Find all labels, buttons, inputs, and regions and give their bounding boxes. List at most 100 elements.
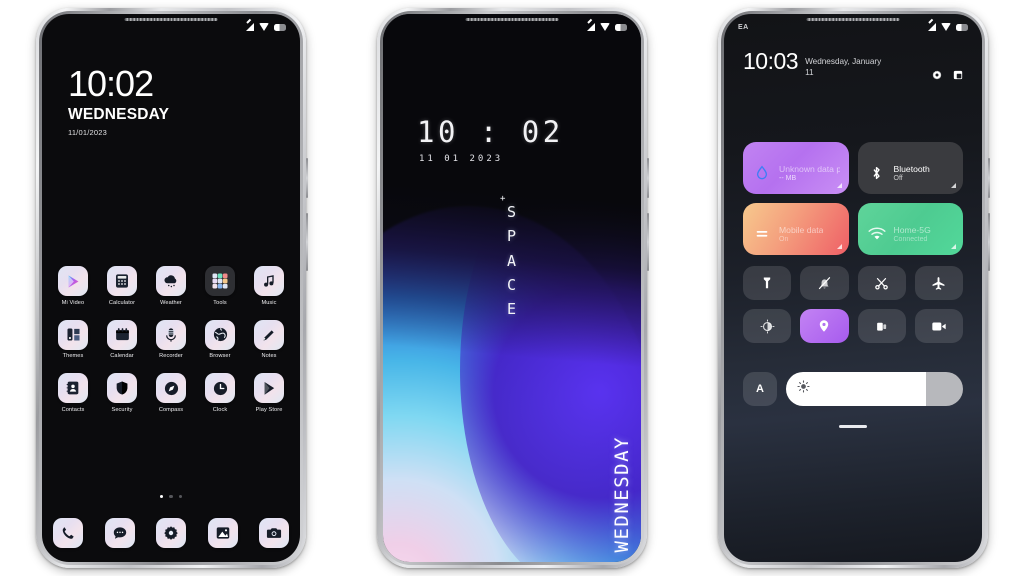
page-indicator (42, 495, 300, 499)
page-dot-1[interactable] (160, 495, 164, 499)
tile-subtitle: Connected (893, 235, 928, 243)
tools-folder-icon (205, 266, 235, 296)
app-calendar[interactable]: Calendar (102, 319, 142, 359)
wifi-icon (600, 23, 610, 31)
dock-settings-gear-icon[interactable] (156, 518, 186, 548)
clock-weekday: WEDNESDAY (68, 106, 170, 123)
edit-tiles-icon[interactable] (953, 67, 963, 85)
dock-gallery-icon[interactable] (207, 518, 238, 548)
status-icons (246, 23, 286, 31)
volume-button[interactable] (987, 213, 990, 271)
screen-cast-icon[interactable] (857, 309, 906, 343)
app-browser[interactable]: Browser (200, 319, 240, 359)
location-pin-icon[interactable] (800, 309, 849, 343)
calendar-icon (107, 319, 137, 350)
tile-data-plan[interactable]: Unknown data plan -- MB (743, 142, 849, 194)
app-row: Mi Video Calculator Weather Tools Music (53, 266, 289, 306)
flashlight-icon[interactable] (743, 266, 792, 300)
auto-brightness-button[interactable]: A (743, 372, 777, 406)
app-security[interactable]: Security (102, 373, 142, 413)
space-wordmark: + S P A C E (500, 194, 518, 321)
signal-icon (587, 23, 595, 31)
tile-expand-arrow-icon[interactable] (951, 244, 956, 249)
app-label: Security (111, 406, 133, 413)
dock-messages-icon[interactable] (104, 518, 135, 548)
drag-handle[interactable] (839, 425, 867, 428)
carrier-label: EA (738, 23, 749, 31)
app-grid: Mi Video Calculator Weather Tools Music … (53, 266, 289, 427)
app-label: Mi Video (61, 299, 85, 306)
phone-1-screen: 10:02 WEDNESDAY 11/01/2023 Mi Video Calc… (42, 14, 300, 562)
home-clock-widget[interactable]: 10:02 WEDNESDAY 11/01/2023 (68, 63, 170, 138)
clock-time: 10:02 (68, 63, 154, 104)
header-time: 10:03 (743, 48, 799, 74)
app-themes[interactable]: Themes (53, 319, 93, 359)
space-letter: P (506, 227, 518, 246)
app-weather[interactable]: Weather (151, 266, 191, 306)
tile-text: Mobile data On (779, 225, 823, 243)
plus-symbol: + (499, 194, 506, 204)
tile-text: Unknown data plan -- MB (779, 164, 840, 182)
dark-mode-icon[interactable] (743, 309, 792, 343)
airplane-mode-icon[interactable] (914, 266, 963, 300)
header-date: Wednesday, January 11 (805, 57, 882, 78)
quick-settings-toggles (743, 266, 963, 343)
app-row: Themes Calendar Recorder Browser Notes (53, 319, 289, 359)
bluetooth-icon (867, 163, 887, 183)
app-music[interactable]: Music (249, 266, 289, 306)
tile-title: Home-5G (893, 224, 931, 235)
tile-title: Mobile data (779, 224, 824, 235)
tile-text: Home-5G Connected (894, 225, 931, 243)
app-notes[interactable]: Notes (249, 319, 289, 359)
tile-expand-arrow-icon[interactable] (951, 183, 956, 188)
battery-icon (274, 23, 286, 31)
app-calculator[interactable]: Calculator (102, 266, 142, 306)
tile-mobile-data[interactable]: Mobile data On (743, 203, 849, 255)
screenshot-scissors-icon[interactable] (857, 266, 906, 300)
power-button[interactable] (987, 158, 990, 198)
control-center-header: 10:03 Wednesday, January 11 (743, 50, 963, 85)
app-play-store[interactable]: Play Store (249, 373, 289, 413)
earpiece-speaker (124, 18, 218, 21)
tile-expand-arrow-icon[interactable] (836, 244, 842, 249)
page-dot-3[interactable] (178, 495, 182, 499)
app-label: Tools (213, 299, 227, 306)
app-clock[interactable]: Clock (200, 373, 240, 413)
app-label: Contacts (61, 406, 85, 413)
wifi-tile-icon (867, 224, 887, 244)
app-recorder[interactable]: Recorder (151, 319, 191, 359)
tile-wifi[interactable]: Home-5G Connected (857, 203, 963, 255)
mi-video-icon (58, 266, 88, 296)
page-dot-2[interactable] (169, 495, 173, 499)
app-mi-video[interactable]: Mi Video (53, 266, 93, 306)
volume-button[interactable] (646, 213, 649, 271)
power-button[interactable] (646, 158, 649, 198)
dock-camera-icon[interactable] (259, 518, 289, 548)
app-label: Themes (62, 353, 84, 359)
dock-phone-icon[interactable] (53, 518, 83, 548)
lockscreen-clock-widget[interactable]: 10 : 02 11 01 2023 (417, 118, 564, 165)
tile-bluetooth[interactable]: Bluetooth Off (857, 142, 963, 194)
silent-bell-icon[interactable] (800, 266, 849, 300)
phone-3-screen: EA 10:03 Wednesday, January 11 Unknown d… (724, 14, 982, 562)
app-label: Recorder (159, 353, 183, 359)
tile-subtitle: -- MB (779, 174, 797, 182)
brightness-sun-icon (797, 380, 810, 398)
app-contacts[interactable]: Contacts (53, 373, 93, 413)
app-label: Notes (261, 353, 277, 359)
screen-record-icon[interactable] (914, 309, 963, 343)
gear-icon[interactable] (932, 67, 942, 85)
app-compass[interactable]: Compass (151, 373, 191, 413)
app-tools[interactable]: Tools (200, 266, 240, 306)
power-button[interactable] (305, 158, 308, 198)
space-letter: S (506, 203, 518, 221)
status-icons (928, 23, 968, 31)
screenshot-stage: 10:02 WEDNESDAY 11/01/2023 Mi Video Calc… (0, 0, 1024, 576)
weather-icon (156, 266, 186, 296)
wifi-icon (259, 23, 269, 31)
tile-title: Bluetooth (893, 163, 930, 174)
brightness-slider[interactable] (786, 372, 963, 406)
volume-button[interactable] (305, 213, 308, 271)
tile-expand-arrow-icon[interactable] (836, 183, 842, 188)
signal-icon (928, 23, 936, 31)
